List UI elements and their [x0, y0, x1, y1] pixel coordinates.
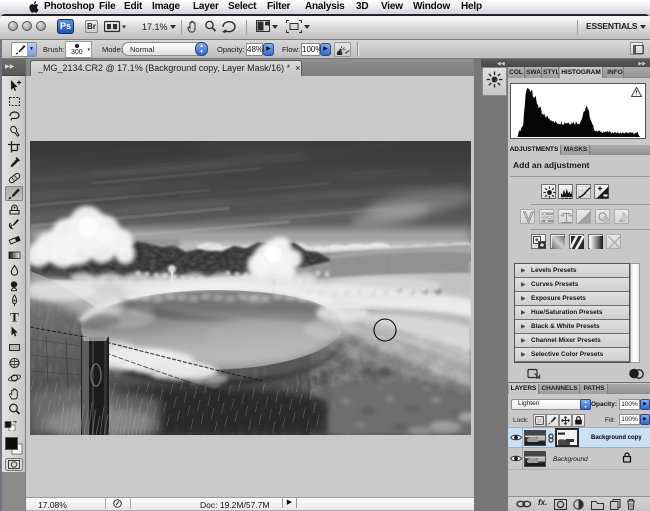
svg-text:T: T [10, 310, 19, 324]
